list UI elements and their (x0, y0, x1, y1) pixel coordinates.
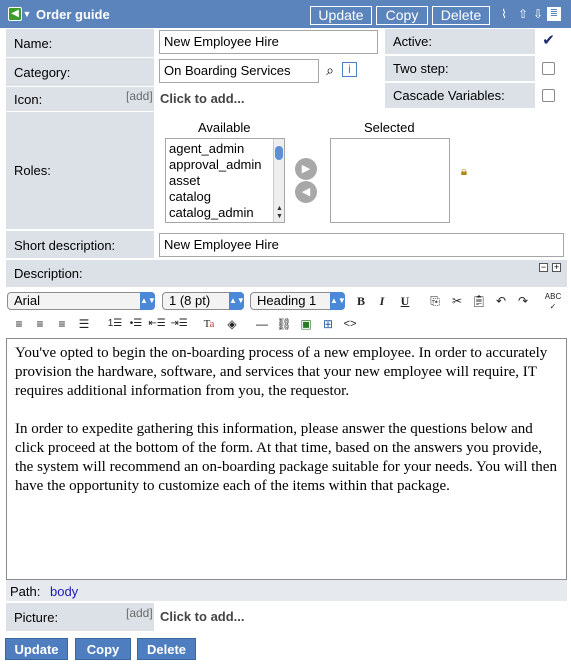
form-title: Order guide (36, 7, 110, 22)
spellcheck-icon[interactable]: ABC ✓ (544, 292, 562, 311)
chevron-down-icon: ▲▼ (229, 292, 245, 310)
redo-icon[interactable]: ↷ (514, 292, 532, 310)
scroll-down-icon[interactable]: ▼ (275, 213, 284, 221)
header-icons: ◀ ▼ (8, 7, 32, 21)
list-item[interactable]: agent_admin (166, 141, 284, 157)
path-bar: Path: body (6, 580, 567, 601)
copy-icon[interactable]: ⎘ (426, 292, 444, 310)
footer-update-button[interactable]: Update (5, 638, 68, 660)
cut-icon[interactable]: ✂ (448, 292, 466, 310)
delete-button[interactable]: Delete (432, 6, 490, 25)
two-step-label: Two step: (385, 56, 535, 81)
format-select[interactable]: Heading 1 ▲▼ (250, 292, 346, 310)
available-roles-list[interactable]: agent_admin approval_admin asset catalog… (165, 138, 285, 223)
short-description-label: Short description: (6, 231, 154, 258)
move-right-icon[interactable]: ▶ (295, 158, 317, 180)
ordered-list-icon[interactable]: 1☰ (106, 315, 124, 333)
footer-delete-button[interactable]: Delete (137, 638, 196, 660)
italic-icon[interactable]: I (373, 292, 391, 310)
selected-roles-list[interactable] (330, 138, 450, 223)
format-value: Heading 1 (257, 293, 317, 308)
align-left-icon[interactable]: ≡ (10, 315, 28, 333)
expand-icon[interactable]: + (552, 263, 561, 272)
collapse-icon[interactable]: − (539, 263, 548, 272)
list-item[interactable]: approval_admin (166, 157, 284, 173)
cascade-variables-label: Cascade Variables: (385, 83, 535, 108)
name-field[interactable]: New Employee Hire (159, 30, 378, 54)
scroll-up-icon[interactable]: ▲ (275, 205, 284, 213)
html-source-icon[interactable]: <> (341, 315, 359, 333)
paste-icon[interactable]: 📋︎ (470, 292, 488, 310)
form-menu-icon[interactable]: ≣ (547, 7, 561, 21)
outdent-icon[interactable]: ⇤☰ (148, 315, 166, 333)
link-icon[interactable]: ⛓ (275, 315, 293, 333)
align-center-icon[interactable]: ≡ (31, 315, 49, 333)
image-icon[interactable]: ▣ (297, 315, 315, 333)
picture-click-to-add[interactable]: Click to add... (160, 609, 245, 624)
picture-add-link[interactable]: [add] (126, 606, 153, 620)
unordered-list-icon[interactable]: •☰ (127, 315, 145, 333)
footer-copy-button[interactable]: Copy (75, 638, 131, 660)
back-arrow-icon[interactable]: ◀ (8, 7, 22, 21)
indent-icon[interactable]: ⇥☰ (170, 315, 188, 333)
arrow-down-icon[interactable]: ⇩ (532, 7, 544, 21)
cascade-variables-checkbox[interactable] (542, 89, 555, 102)
table-icon[interactable]: ⊞ (319, 315, 337, 333)
available-heading: Available (198, 120, 251, 135)
copy-button[interactable]: Copy (376, 6, 428, 25)
form-header: ◀ ▼ Order guide Update Copy Delete ⌇ ⇧ ⇩… (0, 0, 571, 28)
lock-icon[interactable]: 🔒︎ (456, 163, 472, 179)
search-icon[interactable]: ⌕ (322, 62, 338, 78)
name-label: Name: (6, 29, 154, 57)
description-editor[interactable]: You've opted to begin the on-boarding pr… (6, 338, 567, 580)
text-color-icon[interactable]: Ta (200, 315, 218, 333)
underline-icon[interactable]: U (396, 292, 414, 310)
category-label: Category: (6, 58, 154, 86)
arrow-up-icon[interactable]: ⇧ (517, 7, 529, 21)
horizontal-rule-icon[interactable]: — (253, 315, 271, 333)
undo-icon[interactable]: ↶ (492, 292, 510, 310)
list-item[interactable]: asset (166, 173, 284, 189)
icon-add-link[interactable]: [add] (126, 89, 153, 103)
description-label: Description: (6, 260, 567, 287)
two-step-checkbox[interactable] (542, 62, 555, 75)
context-menu-caret-icon[interactable]: ▼ (22, 7, 32, 21)
move-left-icon[interactable]: ◀ (295, 181, 317, 203)
chevron-down-icon: ▲▼ (140, 292, 156, 310)
font-family-value: Arial (14, 293, 41, 308)
roles-label: Roles: (6, 112, 154, 229)
available-list-scrollbar[interactable]: ▲ ▼ (273, 139, 284, 222)
editor-paragraph: In order to expedite gathering this info… (15, 421, 557, 494)
attachment-icon[interactable]: ⌇ (498, 7, 510, 21)
path-body-link[interactable]: body (50, 584, 78, 599)
font-family-select[interactable]: Arial ▲▼ (7, 292, 156, 310)
category-field[interactable]: On Boarding Services (159, 59, 319, 83)
editor-paragraph: You've opted to begin the on-boarding pr… (15, 345, 548, 399)
active-label: Active: (385, 29, 535, 54)
reference-info-icon[interactable]: i (342, 62, 357, 77)
scrollbar-thumb[interactable] (275, 146, 283, 160)
font-size-value: 1 (8 pt) (169, 293, 211, 308)
update-button[interactable]: Update (310, 6, 372, 25)
chevron-down-icon: ▲▼ (330, 292, 346, 310)
bold-icon[interactable]: B (352, 292, 370, 310)
active-checkbox[interactable]: ✔ (542, 33, 555, 48)
font-size-select[interactable]: 1 (8 pt) ▲▼ (162, 292, 245, 310)
list-item[interactable]: catalog_admin (166, 205, 284, 221)
icon-click-to-add[interactable]: Click to add... (160, 91, 245, 106)
short-description-field[interactable]: New Employee Hire (159, 233, 564, 257)
selected-heading: Selected (364, 120, 415, 135)
align-justify-icon[interactable]: ☰ (75, 315, 93, 333)
background-color-icon[interactable]: ◈ (223, 315, 241, 333)
list-item[interactable]: catalog (166, 189, 284, 205)
path-label: Path: (10, 584, 41, 599)
align-right-icon[interactable]: ≡ (53, 315, 71, 333)
